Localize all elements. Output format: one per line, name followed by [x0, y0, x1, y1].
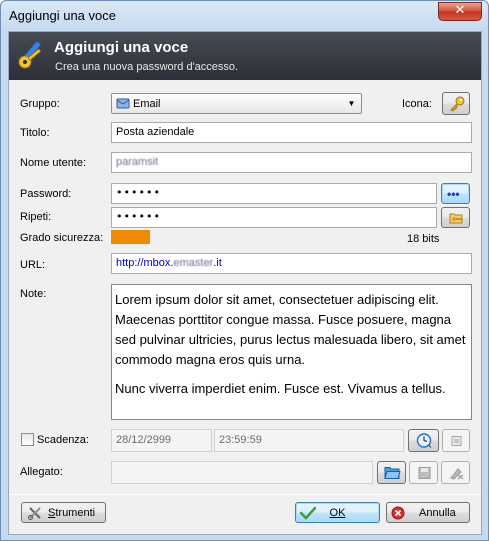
expiry-dropdown-button[interactable] — [442, 429, 470, 452]
save-attachment-button[interactable] — [409, 461, 438, 484]
floppy-icon — [418, 466, 431, 479]
expiry-date-field[interactable]: 28/12/2999 — [111, 429, 212, 452]
notes-paragraph: Lorem ipsum dolor sit amet, consectetuer… — [115, 292, 466, 367]
tools-icon — [28, 506, 41, 520]
dialog-window: Aggiungi una voce ✕ Aggiungi una voce Cr… — [0, 0, 489, 541]
close-icon: ✕ — [454, 3, 466, 18]
icon-label: Icona: — [402, 98, 432, 110]
dots-icon: ••• — [447, 186, 460, 201]
attachment-field[interactable] — [111, 461, 373, 484]
banner-title: Aggiungi una voce — [54, 39, 189, 56]
group-select-value: Email — [133, 98, 161, 110]
expiry-date-value: 28/12/2999 — [116, 434, 172, 446]
notes-label: Note: — [20, 288, 47, 300]
url-label: URL: — [20, 259, 46, 271]
strength-value: 18 bits — [407, 233, 440, 245]
dialog-client: Aggiungi una voce Crea una nuova passwor… — [8, 31, 482, 535]
expiry-time-field[interactable]: 23:59:59 — [214, 429, 404, 452]
username-field-value: paramsit — [116, 156, 159, 168]
attach-file-button[interactable] — [377, 461, 406, 484]
icon-picker-button[interactable] — [442, 92, 470, 115]
chevron-down-icon: ▼ — [347, 99, 356, 108]
url-prefix: http://mbox. — [116, 257, 174, 269]
banner: Aggiungi una voce Crea una nuova passwor… — [9, 32, 481, 80]
title-field-value: Posta aziendale — [116, 126, 195, 138]
remove-attachment-icon — [450, 467, 464, 480]
strength-bar-fill — [111, 230, 150, 244]
footer-divider — [9, 494, 481, 495]
url-suffix: .it — [213, 257, 222, 269]
username-field[interactable]: paramsit — [111, 152, 472, 173]
show-password-button[interactable]: ••• — [441, 183, 470, 204]
attachment-label: Allegato: — [20, 466, 63, 478]
expiry-label: Scadenza: — [37, 434, 89, 446]
folder-key-icon — [449, 213, 463, 223]
password-field-value: •••••• — [116, 186, 161, 199]
close-button[interactable]: ✕ — [438, 2, 482, 21]
email-group-icon — [116, 98, 130, 109]
tools-button-rest: trumenti — [55, 506, 96, 519]
strength-label: Grado sicurezza: — [20, 232, 104, 244]
calendar-icon — [451, 435, 462, 446]
expiry-checkbox[interactable] — [21, 433, 34, 446]
key-icon — [450, 96, 465, 112]
ok-button-label: OK — [329, 506, 346, 519]
repeat-password-field[interactable]: •••••• — [111, 207, 437, 228]
repeat-password-value: •••••• — [116, 210, 161, 223]
tools-button[interactable]: Strumenti — [21, 502, 106, 523]
cancel-button[interactable]: Annulla — [386, 502, 470, 523]
password-label: Password: — [20, 188, 72, 200]
group-label: Gruppo: — [20, 98, 60, 110]
strength-meter — [111, 230, 411, 244]
group-select[interactable]: Email ▼ — [111, 93, 362, 114]
expiry-presets-button[interactable] — [408, 429, 439, 452]
repeat-label: Ripeti: — [20, 211, 52, 223]
url-field[interactable]: http://mbox.emaster.it — [111, 253, 472, 274]
url-blurred-part: emaster — [173, 257, 214, 269]
cancel-icon — [391, 506, 405, 519]
title-bar[interactable]: Aggiungi una voce ✕ — [1, 1, 488, 31]
open-folder-icon — [384, 466, 401, 479]
window-title: Aggiungi una voce — [9, 8, 116, 23]
notes-paragraph: Nunc viverra imperdiet enim. Fusce est. … — [115, 381, 446, 396]
key-pencil-icon — [18, 40, 42, 69]
cancel-button-label: Annulla — [419, 506, 456, 519]
clock-icon — [416, 432, 432, 448]
expiry-time-value: 23:59:59 — [219, 434, 262, 446]
ok-button[interactable]: OK — [295, 502, 380, 523]
password-field[interactable]: •••••• — [111, 183, 437, 204]
title-field[interactable]: Posta aziendale — [111, 122, 472, 143]
title-label: Titolo: — [20, 127, 50, 139]
username-label: Nome utente: — [20, 157, 87, 169]
tools-button-label: Strumenti — [48, 506, 96, 519]
notes-textarea[interactable]: Lorem ipsum dolor sit amet, consectetuer… — [111, 284, 472, 420]
remove-attachment-button[interactable] — [441, 461, 470, 484]
banner-subtitle: Crea una nuova password d'accesso. — [55, 61, 239, 73]
generate-password-button[interactable] — [441, 207, 470, 228]
